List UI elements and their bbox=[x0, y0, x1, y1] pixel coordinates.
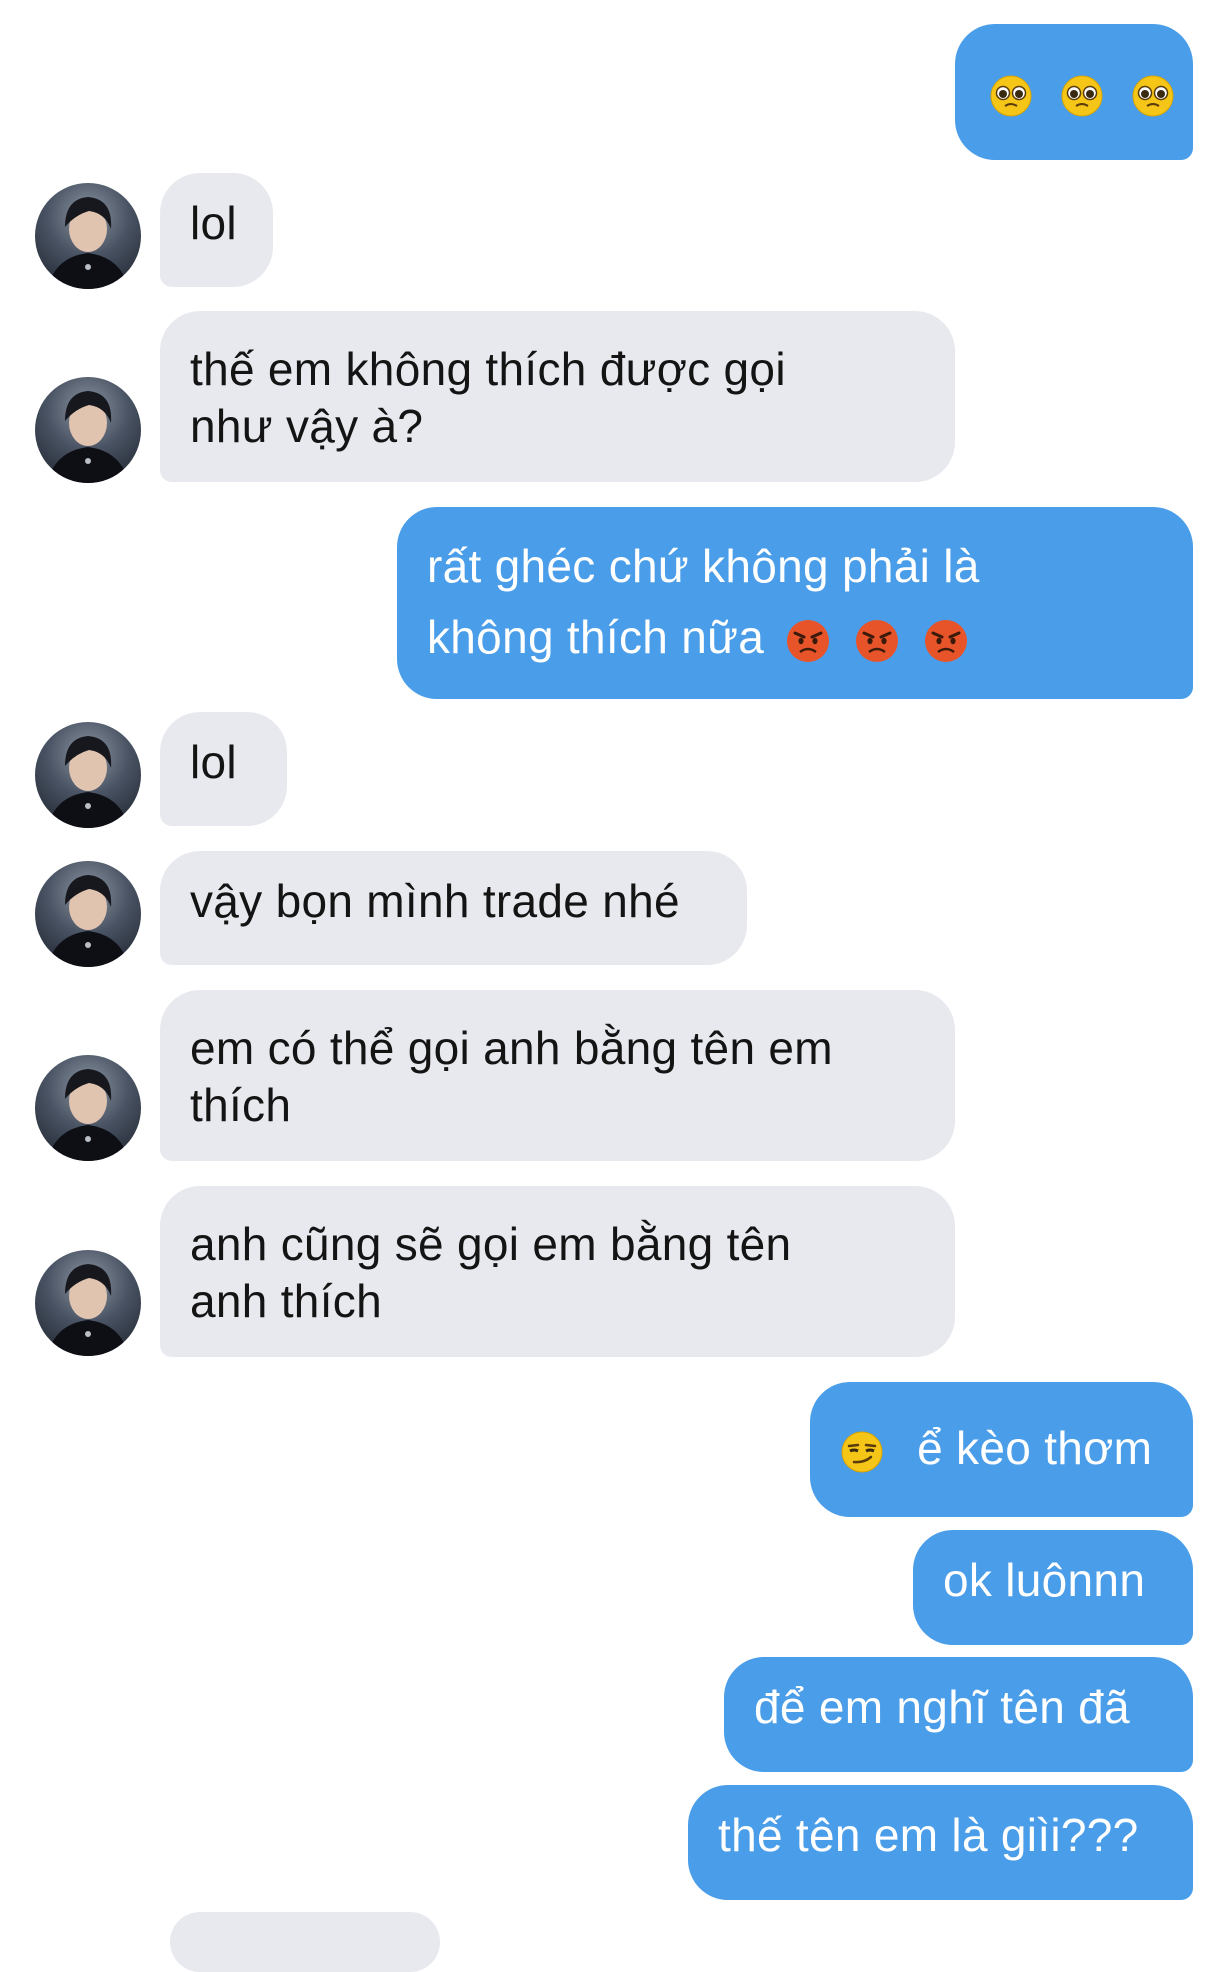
contact-avatar[interactable] bbox=[35, 377, 141, 483]
message-bubble-incoming[interactable]: lol bbox=[160, 712, 287, 826]
message-bubble-incoming[interactable]: lol bbox=[160, 173, 273, 287]
message-bubble-outgoing[interactable]: rất ghéc chứ không phải là không thích nữ… bbox=[397, 507, 1193, 699]
message-text: em có thể gọi anh bằng tên em thích bbox=[190, 1022, 833, 1131]
message-text: thế em không thích được gọi như vậy à? bbox=[190, 343, 786, 452]
message-text: lol bbox=[190, 736, 237, 788]
message-text: thế tên em là giìi??? bbox=[718, 1809, 1139, 1861]
contact-avatar[interactable] bbox=[35, 861, 141, 967]
pleading-face-icon bbox=[1131, 74, 1175, 118]
message-bubble-incoming[interactable]: anh cũng sẽ gọi em bằng tên anh thích bbox=[160, 1186, 955, 1357]
message-bubble-incoming[interactable]: em có thể gọi anh bằng tên em thích bbox=[160, 990, 955, 1161]
message-bubble-outgoing[interactable] bbox=[955, 24, 1193, 160]
message-bubble-outgoing[interactable]: ok luônnn bbox=[913, 1530, 1193, 1645]
message-bubble-outgoing[interactable]: thế tên em là giìi??? bbox=[688, 1785, 1193, 1900]
angry-face-icon bbox=[854, 618, 900, 664]
message-bubble-outgoing[interactable]: ể kèo thơm bbox=[810, 1382, 1193, 1517]
contact-avatar[interactable] bbox=[35, 1250, 141, 1356]
message-text: lol bbox=[190, 197, 237, 249]
message-text: ể kèo thơm bbox=[917, 1422, 1153, 1474]
contact-avatar[interactable] bbox=[35, 722, 141, 828]
message-text: anh cũng sẽ gọi em bằng tên anh thích bbox=[190, 1218, 792, 1327]
message-text: ok luônnn bbox=[943, 1554, 1146, 1606]
message-text: vậy bọn mình trade nhé bbox=[190, 875, 680, 927]
message-bubble-incoming[interactable]: vậy bọn mình trade nhé bbox=[160, 851, 747, 965]
message-thread: lol thế em không thích được gọi như vậy … bbox=[0, 0, 1228, 1972]
contact-avatar[interactable] bbox=[35, 1055, 141, 1161]
angry-face-icon bbox=[923, 618, 969, 664]
message-bubble-outgoing[interactable]: để em nghĩ tên đã bbox=[724, 1657, 1193, 1772]
pleading-face-icon bbox=[989, 74, 1033, 118]
message-bubble-incoming[interactable]: thế em không thích được gọi như vậy à? bbox=[160, 311, 955, 482]
smirk-face-icon bbox=[840, 1430, 884, 1474]
pleading-face-icon bbox=[1060, 74, 1104, 118]
message-bubble-incoming-partial[interactable] bbox=[170, 1912, 440, 1972]
message-text: để em nghĩ tên đã bbox=[754, 1681, 1130, 1733]
contact-avatar[interactable] bbox=[35, 183, 141, 289]
angry-face-icon bbox=[785, 618, 831, 664]
